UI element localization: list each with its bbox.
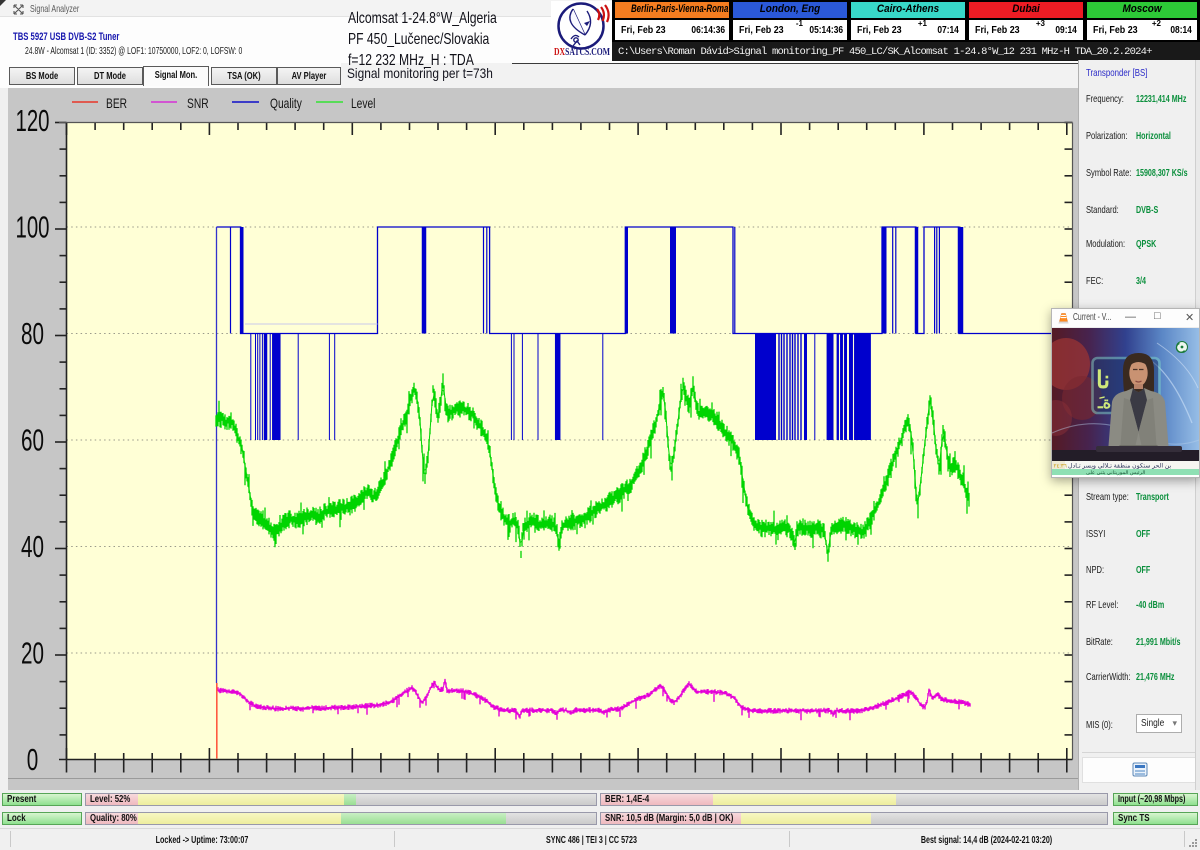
svg-text:80: 80 (21, 317, 44, 351)
svg-text:120: 120 (16, 104, 50, 138)
svg-text:بن الحر ستكون منطقة تـلالي ويس: بن الحر ستكون منطقة تـلالي ويسر تـادل (1068, 463, 1172, 470)
svg-text:DXSATCS.COM: DXSATCS.COM (554, 47, 610, 58)
svg-text:40: 40 (21, 530, 44, 564)
svg-text:نا: نا (1096, 368, 1110, 394)
svg-text:100: 100 (16, 211, 50, 245)
svg-text:َةـ: َةـ (1097, 395, 1111, 412)
svg-text:20: 20 (21, 637, 44, 671)
svg-text:60: 60 (21, 424, 44, 458)
svg-text:0: 0 (27, 743, 39, 777)
svg-text:الرئيس الموريتاني يثني على: الرئيس الموريتاني يثني على (1086, 470, 1145, 476)
svg-text:٢٤:٣٦: ٢٤:٣٦ (1054, 463, 1067, 469)
